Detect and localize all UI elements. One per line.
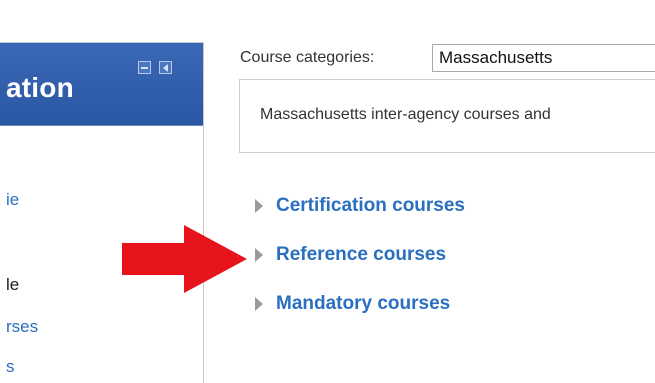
course-link[interactable]: Certification courses [276, 195, 465, 217]
course-link[interactable]: Mandatory courses [276, 293, 450, 315]
dock-icon[interactable] [159, 61, 172, 74]
course-link[interactable]: Reference courses [276, 244, 446, 266]
minimize-icon[interactable] [138, 61, 151, 74]
navigation-block-title: ation [6, 72, 74, 103]
course-categories-label: Course categories: [240, 49, 375, 66]
category-description: Massachusetts inter-agency courses and [260, 106, 551, 123]
red-arrow-icon [122, 225, 247, 293]
nav-item-courses[interactable]: rses [6, 317, 38, 337]
navigation-block-header: ation [0, 43, 203, 126]
category-description-box: Massachusetts inter-agency courses and [239, 79, 655, 153]
course-categories-select[interactable]: Massachusetts [432, 44, 655, 72]
nav-item-home[interactable]: ie [6, 190, 19, 210]
expand-triangle-icon[interactable] [255, 248, 263, 262]
nav-item-more[interactable]: s [6, 357, 15, 377]
expand-triangle-icon[interactable] [255, 297, 263, 311]
expand-triangle-icon[interactable] [255, 199, 263, 213]
nav-item-profile: le [6, 275, 20, 294]
